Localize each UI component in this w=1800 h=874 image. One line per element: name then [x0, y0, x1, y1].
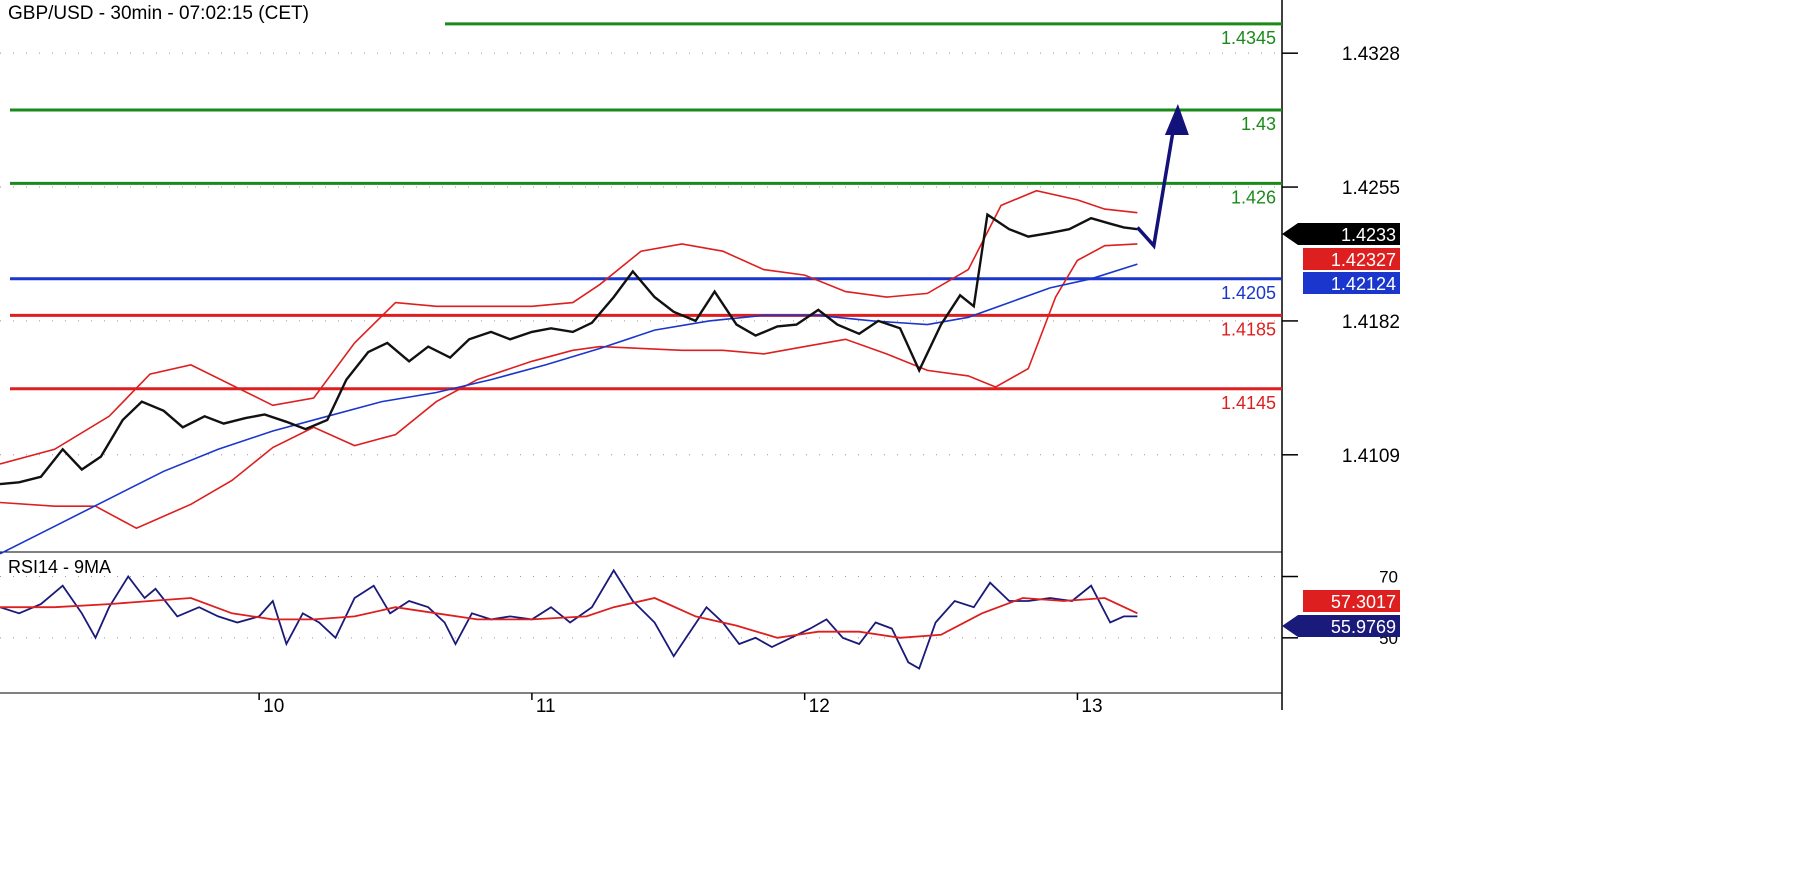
price-tick-label: 1.4109: [1342, 446, 1400, 467]
time-axis-ticks: 10 11 12 13: [258, 693, 1103, 717]
price-tick-label: 1.4255: [1342, 178, 1400, 199]
moving-average-line: [0, 263, 1138, 555]
price-tags: 1.4233 1.42327 1.42124: [1282, 223, 1400, 294]
price-tag-label: 1.42124: [1331, 274, 1396, 294]
price-tag: 1.42327: [1303, 248, 1400, 270]
time-tick-label: 12: [809, 696, 830, 717]
level-label: 1.43: [1241, 114, 1276, 134]
forecast-arrow: [1136, 104, 1189, 250]
level-label: 1.426: [1231, 187, 1276, 207]
level-label: 1.4345: [1221, 28, 1276, 48]
chart-title: GBP/USD - 30min - 07:02:15 (CET): [8, 3, 309, 24]
rsi-title: RSI14 - 9MA: [8, 557, 111, 577]
bollinger-upper-line: [0, 189, 1138, 465]
rsi-tick-label: 70: [1379, 568, 1398, 587]
rsi-ma-line: [0, 597, 1138, 639]
level-label: 1.4205: [1221, 283, 1276, 303]
rsi-value-tag: 57.3017: [1303, 590, 1400, 612]
price-tag: 1.42124: [1303, 272, 1400, 294]
price-tag-label: 1.4233: [1341, 225, 1396, 245]
level-label: 1.4185: [1221, 319, 1276, 339]
forecast-arrow-line: [1136, 131, 1175, 250]
price-series: [0, 212, 1138, 486]
price-tag: 1.4233: [1282, 223, 1400, 245]
level-label: 1.4145: [1221, 393, 1276, 413]
rsi-tag-label: 55.9769: [1331, 617, 1396, 637]
time-tick-label: 13: [1081, 696, 1102, 717]
price-tick-label: 1.4328: [1342, 44, 1400, 65]
price-tag-label: 1.42327: [1331, 250, 1396, 270]
time-tick-label: 10: [263, 696, 284, 717]
moving-average: [0, 263, 1138, 555]
bollinger-lower-line: [0, 243, 1138, 530]
rsi-value-tag: 55.9769: [1282, 615, 1400, 637]
rsi-tag-label: 57.3017: [1331, 592, 1396, 612]
rsi-line: [0, 568, 1138, 670]
price-line: [0, 212, 1138, 486]
time-tick-label: 11: [536, 696, 556, 717]
price-tick-label: 1.4182: [1342, 312, 1400, 333]
bollinger-bands: [0, 189, 1138, 530]
rsi-value-tags: 57.3017 55.9769: [1282, 590, 1400, 637]
chart-canvas: 1.4345 1.43 1.426 1.4205 1.4185 1.4145 1.4328…: [0, 0, 1400, 717]
rsi-lines: [0, 568, 1138, 670]
